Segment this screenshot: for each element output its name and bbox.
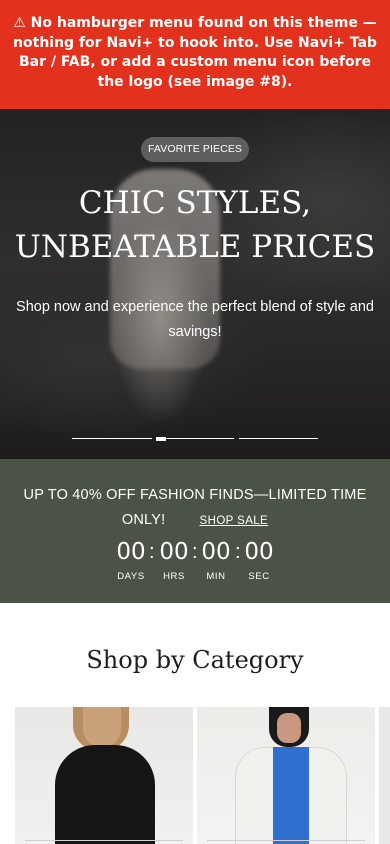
hero-title-line-1: CHIC STYLES, [78, 185, 312, 221]
category-card[interactable] [379, 707, 390, 844]
category-section-title: Shop by Category [86, 646, 304, 674]
slide-indicators [0, 437, 390, 441]
countdown-hours-value: 00 [159, 539, 189, 565]
slide-indicator-3[interactable] [239, 438, 318, 439]
sale-headline: UP TO 40% OFF FASHION FINDS—LIMITED TIME… [23, 487, 367, 528]
category-card[interactable] [15, 707, 193, 844]
countdown-days: 00 DAYS [111, 539, 151, 582]
sale-announcement: UP TO 40% OFF FASHION FINDS—LIMITED TIME… [0, 459, 390, 603]
countdown-minutes-label: MIN [206, 571, 226, 582]
countdown-days-label: DAYS [117, 571, 145, 582]
countdown-hours: 00 HRS [154, 539, 194, 582]
countdown-days-value: 00 [116, 539, 146, 565]
warning-text: ⚠ No hamburger menu found on this theme … [13, 15, 377, 90]
countdown-minutes-value: 00 [201, 539, 231, 565]
hero-title: CHIC STYLES, UNBEATABLE PRICES [0, 181, 390, 269]
theme-warning-banner: ⚠ No hamburger menu found on this theme … [0, 0, 390, 109]
hero-slideshow[interactable]: FAVORITE PIECES CHIC STYLES, UNBEATABLE … [0, 109, 390, 459]
countdown-seconds-value: 00 [244, 539, 274, 565]
slide-indicator-active [156, 437, 166, 441]
hero-subtitle: Shop now and experience the perfect blen… [16, 299, 374, 340]
slide-indicator-2[interactable] [166, 438, 234, 439]
countdown-seconds-label: SEC [248, 571, 270, 582]
category-card[interactable] [197, 707, 375, 844]
hero-badge: FAVORITE PIECES [141, 137, 249, 162]
slide-indicator-1[interactable] [72, 438, 152, 439]
hero-title-line-2: UNBEATABLE PRICES [14, 229, 376, 265]
countdown-minutes: 00 MIN [196, 539, 236, 582]
category-carousel[interactable] [15, 707, 390, 844]
countdown-timer: 00 DAYS : 00 HRS : 00 MIN : 00 SEC [0, 539, 390, 589]
sale-headline-block: UP TO 40% OFF FASHION FINDS—LIMITED TIME… [10, 483, 380, 534]
shop-sale-link[interactable]: SHOP SALE [200, 515, 269, 527]
countdown-seconds: 00 SEC [239, 539, 279, 582]
countdown-hours-label: HRS [163, 571, 185, 582]
